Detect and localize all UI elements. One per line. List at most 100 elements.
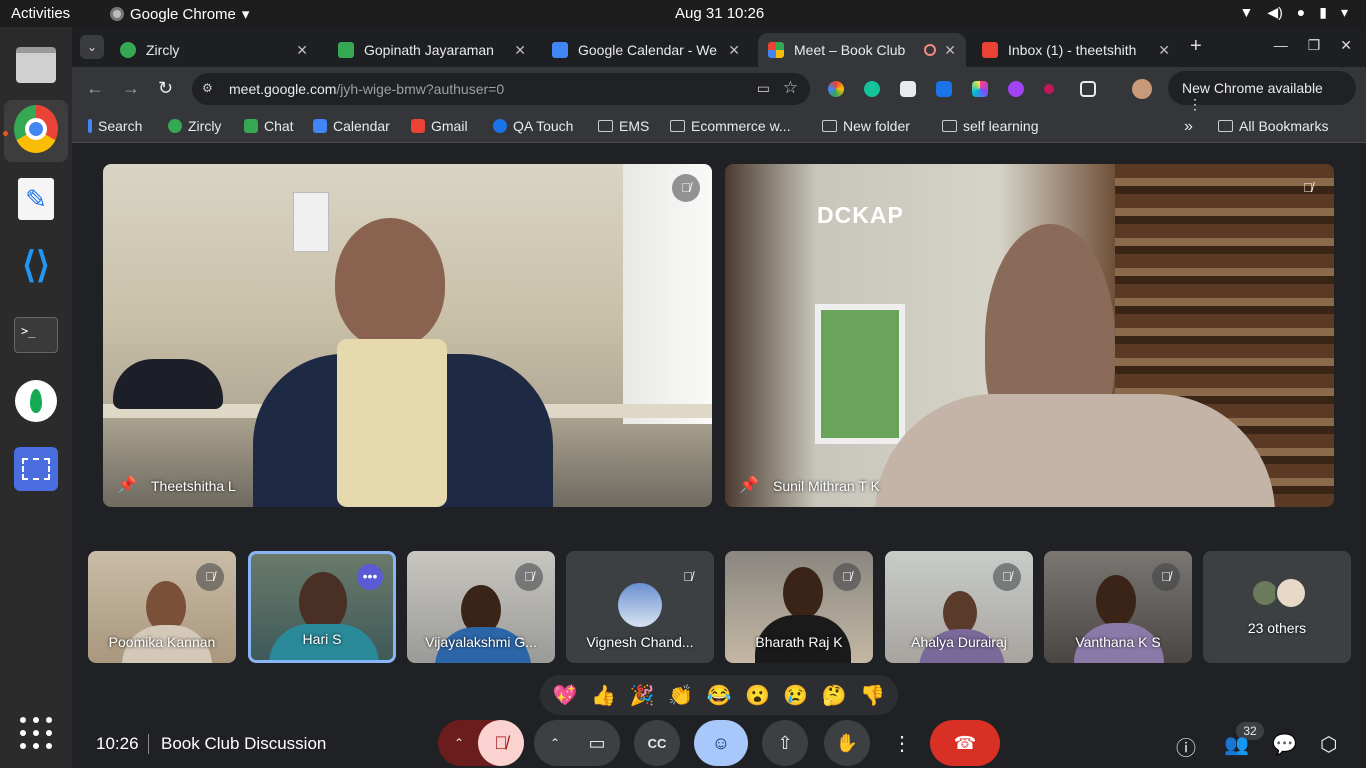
reactions-button[interactable]: ☺ [694, 720, 748, 766]
bookmark-gmail[interactable]: Gmail [411, 118, 468, 134]
camera-in-use-icon[interactable]: ▭ [757, 80, 770, 97]
close-window-icon[interactable]: ✕ [1340, 37, 1352, 54]
video-tile-hari[interactable]: ••• Hari S [248, 551, 396, 663]
bookmark-folder-ems[interactable]: EMS [598, 118, 649, 134]
purple-extension-icon[interactable] [1008, 81, 1024, 97]
reaction-clap[interactable]: 👏 [668, 683, 693, 708]
maximize-icon[interactable]: ❐ [1308, 37, 1321, 54]
video-tile-bharath[interactable]: 🎙̸ Bharath Raj K [725, 551, 873, 663]
meeting-details-icon[interactable]: ⓘ [1176, 732, 1196, 761]
battery-icon: ▮ [1319, 4, 1327, 20]
more-options-button[interactable]: ⋮ [884, 720, 920, 766]
bookmark-calendar[interactable]: Calendar [313, 118, 390, 134]
clock[interactable]: Aug 31 10:26 [675, 5, 764, 22]
back-icon[interactable]: ← [86, 78, 104, 99]
bookmark-chat[interactable]: Chat [244, 118, 294, 134]
address-bar[interactable]: ⚙ meet.google.com/jyh-wige-bmw?authuser=… [192, 73, 810, 105]
reload-icon[interactable]: ↻ [158, 78, 173, 99]
tab-search-button[interactable]: ⌄ [80, 35, 104, 59]
pin-icon[interactable]: 📌 [117, 475, 137, 495]
tab-google-calendar[interactable]: Google Calendar - We ✕ [542, 33, 750, 67]
new-chrome-available-button[interactable]: New Chrome available ⋮ [1168, 71, 1356, 112]
bookmark-star-icon[interactable]: ☆ [783, 78, 798, 98]
calendar-icon [313, 119, 327, 133]
bookmark-search[interactable]: Search [88, 118, 142, 134]
present-screen-button[interactable]: ⇧ [762, 720, 808, 766]
gmail-icon [982, 42, 998, 58]
color-picker-extension-icon[interactable] [828, 81, 844, 97]
reaction-thumbs-up[interactable]: 👍 [591, 683, 616, 708]
forward-icon[interactable]: → [122, 78, 140, 99]
notes-extension-icon[interactable] [900, 81, 916, 97]
bookmark-folder-ecommerce[interactable]: Ecommerce w... [670, 118, 791, 134]
vscode-icon[interactable]: ⟨⟩ [14, 243, 58, 287]
close-icon[interactable]: ✕ [944, 42, 956, 59]
bookmark-folder-self-learning[interactable]: self learning [942, 118, 1039, 134]
text-editor-icon[interactable]: ✎ [14, 177, 58, 221]
reaction-surprised[interactable]: 😮 [745, 683, 770, 708]
meet-icon [768, 42, 784, 58]
reaction-thumbs-down[interactable]: 👎 [860, 683, 885, 708]
screenshot-tool-icon[interactable] [14, 447, 58, 491]
captions-button[interactable]: CC [634, 720, 680, 766]
video-tile-vignesh[interactable]: 🎙̸ Vignesh Chand... [566, 551, 714, 663]
tab-meet[interactable]: Meet – Book Club ✕ [758, 33, 966, 67]
heart-extension-icon[interactable] [972, 81, 988, 97]
chevron-up-icon: ⌃ [454, 736, 465, 750]
tab-gopinath[interactable]: Gopinath Jayaraman ✕ [328, 33, 536, 67]
video-tile-main-1[interactable]: 🎙̸ 📌 Theetshitha L [103, 164, 712, 507]
new-tab-button[interactable]: + [1190, 35, 1202, 58]
reaction-thinking[interactable]: 🤔 [822, 683, 847, 708]
pin-icon[interactable]: 📌 [739, 475, 759, 495]
close-icon[interactable]: ✕ [1158, 42, 1170, 59]
others-tile[interactable]: 23 others [1203, 551, 1351, 663]
fi-extension-icon[interactable] [936, 81, 952, 97]
minimize-icon[interactable]: — [1274, 37, 1288, 54]
video-tile-ahalya[interactable]: 🎙̸ Ahalya Durairaj [885, 551, 1033, 663]
files-icon[interactable] [14, 43, 58, 87]
tab-inbox[interactable]: Inbox (1) - theetshith ✕ [972, 33, 1180, 67]
camera-toggle-button[interactable]: ▭ [574, 720, 620, 766]
close-icon[interactable]: ✕ [514, 42, 526, 59]
recording-icon [924, 44, 937, 56]
chat-icon[interactable]: 💬 [1272, 732, 1297, 757]
system-tray[interactable]: ▼ ◀) ● ▮ ▾ [1239, 4, 1348, 21]
participant-head [783, 567, 823, 619]
show-applications-icon[interactable] [20, 717, 52, 749]
reaction-party[interactable]: 🎉 [630, 683, 655, 708]
url-text: meet.google.com/jyh-wige-bmw?authuser=0 [229, 81, 505, 97]
profile-avatar[interactable] [1132, 79, 1152, 99]
video-tile-vijayalakshmi[interactable]: 🎙̸ Vijayalakshmi G... [407, 551, 555, 663]
extensions-puzzle-icon[interactable] [1080, 81, 1096, 97]
close-icon[interactable]: ✕ [728, 42, 740, 59]
video-tile-poomika[interactable]: 🎙̸ Poomika Kannan [88, 551, 236, 663]
close-icon[interactable]: ✕ [296, 42, 308, 59]
people-icon[interactable]: 👥 [1224, 732, 1249, 757]
microphone-toggle-button[interactable]: 🎙̸ [478, 720, 524, 766]
video-tile-main-2[interactable]: DCKAP 🎙̸ 📌 Sunil Mithran T K [725, 164, 1334, 507]
tab-zircly[interactable]: Zircly ✕ [110, 33, 318, 67]
bookmarks-overflow-icon[interactable]: » [1184, 118, 1193, 136]
site-info-icon[interactable]: ⚙ [202, 81, 216, 95]
chrome-icon[interactable] [14, 105, 58, 153]
all-bookmarks-button[interactable]: All Bookmarks [1218, 118, 1328, 134]
bookmark-zircly[interactable]: Zircly [168, 118, 221, 134]
more-options-icon[interactable]: ••• [357, 564, 383, 590]
activities-icon[interactable]: ⬡ [1320, 732, 1337, 757]
mongodb-compass-icon[interactable] [14, 379, 58, 423]
bookmark-folder-new-folder[interactable]: New folder [822, 118, 910, 134]
raise-hand-button[interactable]: ✋ [824, 720, 870, 766]
chevron-up-icon: ⌃ [550, 736, 561, 750]
terminal-icon[interactable]: >_ [14, 313, 58, 357]
reaction-laugh[interactable]: 😂 [707, 683, 732, 708]
bookmark-qa-touch[interactable]: QA Touch [493, 118, 573, 134]
app-menu[interactable]: Google Chrome ▾ [110, 5, 249, 23]
reaction-heart[interactable]: 💖 [553, 683, 578, 708]
reaction-sad[interactable]: 😢 [783, 683, 808, 708]
leave-call-button[interactable]: ☎ [930, 720, 1000, 766]
participant-head [335, 218, 445, 348]
video-tile-vanthana[interactable]: 🎙̸ Vanthana K S [1044, 551, 1192, 663]
grammarly-extension-icon[interactable] [864, 81, 880, 97]
activities-button[interactable]: Activities [11, 5, 70, 22]
pink-extension-icon[interactable] [1044, 84, 1054, 94]
